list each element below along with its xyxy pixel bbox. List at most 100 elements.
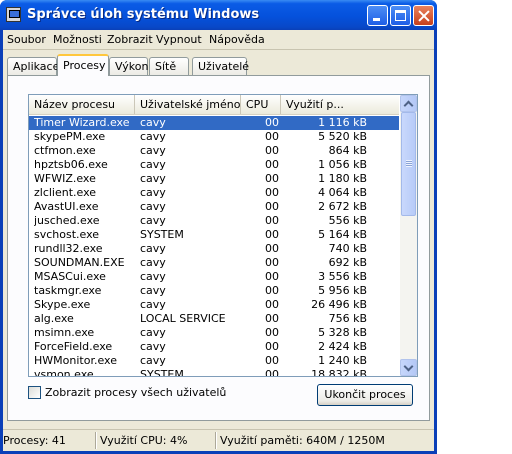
table-row[interactable]: jusched.exe cavy 00 556 kB (29, 214, 399, 228)
table-row[interactable]: SOUNDMAN.EXE cavy 00 692 kB (29, 256, 399, 270)
column-header-cpu[interactable]: CPU (241, 95, 281, 114)
process-name-cell: Skype.exe (34, 298, 91, 311)
column-header-user-name[interactable]: Uživatelské jméno (135, 95, 241, 114)
maximize-button[interactable] (390, 5, 411, 26)
memory-cell: 2 672 kB (318, 200, 367, 213)
memory-cell: 5 520 kB (318, 130, 367, 143)
cpu-cell: 00 (265, 186, 279, 199)
window-title: Správce úloh systému Windows (27, 7, 260, 22)
title-bar[interactable]: Správce úloh systému Windows (0, 0, 437, 30)
memory-cell: 692 kB (328, 256, 367, 269)
process-name-cell: HWMonitor.exe (34, 354, 117, 367)
process-name-cell: alg.exe (34, 312, 74, 325)
show-all-users-checkbox[interactable] (28, 386, 41, 399)
memory-cell: 18 832 kB (311, 368, 367, 377)
user-name-cell: cavy (140, 298, 166, 311)
process-rows: Timer Wizard.exe cavy 00 1 116 kB skypePM.ex… (29, 116, 399, 377)
process-name-cell: zlclient.exe (34, 186, 97, 199)
cpu-cell: 00 (265, 298, 279, 311)
user-name-cell: SYSTEM (140, 368, 184, 377)
tab-aplikace[interactable]: Aplikace (7, 57, 59, 75)
table-row[interactable]: zlclient.exe cavy 00 4 064 kB (29, 186, 399, 200)
column-header-memory[interactable]: Využití p... (281, 95, 351, 114)
process-name-cell: msimn.exe (34, 326, 95, 339)
menu-napoveda[interactable]: Nápověda (209, 33, 265, 46)
memory-cell: 5 956 kB (318, 284, 367, 297)
process-name-cell: vsmon.exe (34, 368, 94, 377)
table-row[interactable]: rundll32.exe cavy 00 740 kB (29, 242, 399, 256)
tab-site[interactable]: Sítě (149, 57, 189, 75)
process-name-cell: AvastUI.exe (34, 200, 99, 213)
cpu-cell: 00 (265, 340, 279, 353)
process-name-cell: WFWIZ.exe (34, 172, 96, 185)
menu-moznosti[interactable]: Možnosti (53, 33, 102, 46)
status-separator (215, 432, 216, 449)
table-row[interactable]: Timer Wizard.exe cavy 00 1 116 kB (29, 116, 399, 130)
process-list[interactable]: Název procesu Uživatelské jméno CPU Využ… (28, 94, 418, 377)
cpu-cell: 00 (265, 214, 279, 227)
user-name-cell: cavy (140, 214, 166, 227)
process-name-cell: MSASCui.exe (34, 270, 106, 283)
user-name-cell: cavy (140, 340, 166, 353)
cpu-cell: 00 (265, 200, 279, 213)
memory-cell: 2 424 kB (318, 340, 367, 353)
process-name-cell: hpztsb06.exe (34, 158, 108, 171)
show-all-users-label[interactable]: Zobrazit procesy všech uživatelů (45, 386, 226, 399)
table-row[interactable]: ctfmon.exe cavy 00 864 kB (29, 144, 399, 158)
status-memory-usage: Využití paměti: 640M / 1250M (220, 434, 385, 447)
menu-zobrazit[interactable]: Zobrazit (107, 33, 153, 46)
cpu-cell: 00 (265, 116, 279, 129)
close-button[interactable] (413, 5, 434, 26)
cpu-cell: 00 (265, 144, 279, 157)
user-name-cell: cavy (140, 172, 166, 185)
user-name-cell: cavy (140, 256, 166, 269)
table-row[interactable]: hpztsb06.exe cavy 00 1 056 kB (29, 158, 399, 172)
scroll-thumb[interactable] (401, 112, 416, 216)
table-row[interactable]: skypePM.exe cavy 00 5 520 kB (29, 130, 399, 144)
user-name-cell: cavy (140, 186, 166, 199)
cpu-cell: 00 (265, 326, 279, 339)
user-name-cell: cavy (140, 130, 166, 143)
process-name-cell: svchost.exe (34, 228, 100, 241)
table-row[interactable]: taskmgr.exe cavy 00 5 956 kB (29, 284, 399, 298)
table-row[interactable]: HWMonitor.exe cavy 00 1 240 kB (29, 354, 399, 368)
table-row[interactable]: alg.exe LOCAL SERVICE 00 756 kB (29, 312, 399, 326)
end-process-button[interactable]: Ukončit proces (317, 384, 413, 406)
task-manager-icon (6, 7, 21, 22)
cpu-cell: 00 (265, 270, 279, 283)
user-name-cell: cavy (140, 242, 166, 255)
table-row[interactable]: MSASCui.exe cavy 00 3 556 kB (29, 270, 399, 284)
table-row[interactable]: AvastUI.exe cavy 00 2 672 kB (29, 200, 399, 214)
user-name-cell: cavy (140, 284, 166, 297)
table-row[interactable]: svchost.exe SYSTEM 00 5 164 kB (29, 228, 399, 242)
menu-bar: Soubor Možnosti Zobrazit Vypnout Nápověd… (3, 30, 434, 50)
tab-vykon[interactable]: Výkon (109, 57, 148, 75)
memory-cell: 1 056 kB (318, 158, 367, 171)
cpu-cell: 00 (265, 284, 279, 297)
status-separator (95, 432, 96, 449)
table-row[interactable]: ForceField.exe cavy 00 2 424 kB (29, 340, 399, 354)
scroll-down-button[interactable] (400, 359, 417, 376)
memory-cell: 26 496 kB (311, 298, 367, 311)
table-row[interactable]: vsmon.exe SYSTEM 00 18 832 kB (29, 368, 399, 377)
tab-uzivatele[interactable]: Uživatelé (192, 57, 249, 75)
table-row[interactable]: WFWIZ.exe cavy 00 1 180 kB (29, 172, 399, 186)
menu-soubor[interactable]: Soubor (7, 33, 46, 46)
status-process-count: Procesy: 41 (3, 434, 66, 447)
memory-cell: 1 116 kB (318, 116, 367, 129)
memory-cell: 740 kB (328, 242, 367, 255)
table-row[interactable]: msimn.exe cavy 00 5 328 kB (29, 326, 399, 340)
scroll-up-button[interactable] (400, 95, 417, 112)
user-name-cell: cavy (140, 354, 166, 367)
memory-cell: 1 180 kB (318, 172, 367, 185)
memory-cell: 556 kB (328, 214, 367, 227)
vertical-scrollbar[interactable] (400, 95, 417, 376)
minimize-button[interactable] (367, 5, 388, 26)
table-row[interactable]: Skype.exe cavy 00 26 496 kB (29, 298, 399, 312)
process-name-cell: SOUNDMAN.EXE (34, 256, 125, 269)
menu-vypnout[interactable]: Vypnout (156, 33, 202, 46)
user-name-cell: cavy (140, 200, 166, 213)
column-header-process-name[interactable]: Název procesu (29, 95, 135, 114)
process-name-cell: rundll32.exe (34, 242, 103, 255)
tab-procesy[interactable]: Procesy (57, 54, 109, 76)
